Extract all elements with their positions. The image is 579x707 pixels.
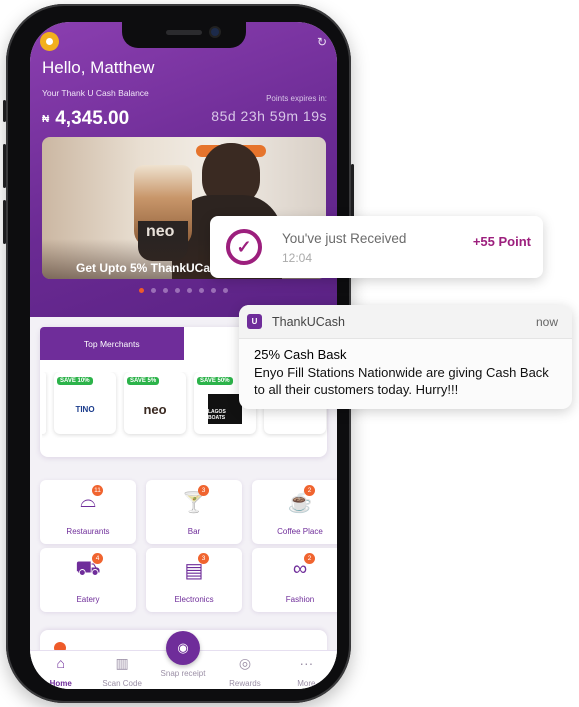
barcode-icon: ▥ bbox=[115, 655, 129, 671]
points-amount: +55 Point bbox=[472, 234, 531, 249]
category-tile[interactable]: ∞ 2 Fashion bbox=[252, 548, 337, 612]
volume-down-button bbox=[3, 200, 6, 244]
category-tile[interactable]: 🍸 3 Bar bbox=[146, 480, 242, 544]
snap-receipt-label: Snap receipt bbox=[160, 669, 206, 678]
notification-headline: 25% Cash Bask bbox=[254, 347, 347, 362]
merchant-logo: TINO bbox=[75, 404, 95, 414]
tab-more[interactable]: ··· More bbox=[276, 651, 337, 689]
balance-label: Your Thank U Cash Balance bbox=[42, 88, 149, 98]
carousel-dots[interactable] bbox=[30, 288, 337, 293]
rewards-icon: ◎ bbox=[238, 655, 252, 671]
carousel-dot[interactable] bbox=[211, 288, 216, 293]
category-label: Electronics bbox=[174, 595, 214, 604]
merchant-logo: LAGOS BOATS bbox=[208, 394, 242, 424]
carousel-dot[interactable] bbox=[139, 288, 144, 293]
points-received-notification[interactable]: ✓ You've just Received 12:04 +55 Point bbox=[210, 216, 543, 278]
currency-symbol: ₦ bbox=[42, 114, 50, 125]
category-label: Bar bbox=[187, 527, 201, 536]
tab-top-merchants[interactable]: Top Merchants bbox=[40, 327, 184, 360]
snap-receipt-button[interactable]: ◉ bbox=[166, 631, 200, 665]
notification-title: You've just Received bbox=[282, 231, 407, 246]
carousel-dot[interactable] bbox=[223, 288, 228, 293]
carousel-dot[interactable] bbox=[175, 288, 180, 293]
tab-home[interactable]: ⌂ Home bbox=[30, 651, 91, 689]
eatery-icon: ⛟ bbox=[75, 558, 101, 580]
camera-icon: ◉ bbox=[177, 640, 189, 655]
category-tile[interactable]: ⌓ 11 Restaurants bbox=[40, 480, 136, 544]
restaurant-icon: ⌓ bbox=[80, 490, 96, 512]
refresh-icon[interactable]: ↻ bbox=[317, 35, 327, 49]
mute-switch bbox=[3, 100, 6, 122]
carousel-dot[interactable] bbox=[187, 288, 192, 293]
push-notification[interactable]: U ThankUCash now 25% Cash Bask Enyo Fill… bbox=[239, 305, 572, 409]
fashion-icon: ∞ bbox=[292, 558, 308, 580]
carousel-dot[interactable] bbox=[163, 288, 168, 293]
category-count-badge: 2 bbox=[304, 485, 315, 496]
tab-rewards[interactable]: ◎ Rewards bbox=[214, 651, 275, 689]
carousel-dot[interactable] bbox=[199, 288, 204, 293]
merchant-card[interactable]: SAVE 10% TINO bbox=[54, 372, 116, 434]
balance-value: 4,345.00 bbox=[55, 108, 130, 129]
category-label: Fashion bbox=[285, 595, 315, 604]
balance: ₦ 4,345.00 bbox=[42, 108, 129, 130]
points-expiry-label: Points expires in: bbox=[266, 94, 327, 103]
app-icon: U bbox=[247, 314, 262, 329]
category-count-badge: 11 bbox=[92, 485, 103, 496]
banner-caption: Get Upto 5% ThankUCas bbox=[76, 261, 217, 275]
save-badge: SAVE 50% bbox=[197, 377, 233, 385]
notch bbox=[122, 22, 246, 48]
carousel-dot[interactable] bbox=[151, 288, 156, 293]
merchant-logo: neo bbox=[143, 401, 167, 417]
category-count-badge: 3 bbox=[198, 553, 209, 564]
tab-scan-code[interactable]: ▥ Scan Code bbox=[91, 651, 152, 689]
notification-app-name: ThankUCash bbox=[272, 315, 345, 329]
merchant-card[interactable]: SAVE 5% neo bbox=[124, 372, 186, 434]
category-count-badge: 4 bbox=[92, 553, 103, 564]
notification-timestamp: now bbox=[535, 315, 558, 329]
tab-home-label: Home bbox=[49, 679, 72, 688]
tab-scan-label: Scan Code bbox=[102, 679, 142, 688]
more-icon: ··· bbox=[299, 655, 314, 671]
front-camera bbox=[211, 28, 219, 36]
save-badge: SAVE 5% bbox=[127, 377, 160, 385]
tab-rewards-label: Rewards bbox=[229, 679, 261, 688]
home-icon: ⌂ bbox=[56, 655, 65, 671]
save-badge: SAVE 10% bbox=[57, 377, 93, 385]
coffee-icon: ☕ bbox=[287, 492, 313, 514]
merchant-card[interactable] bbox=[42, 372, 46, 434]
category-label: Restaurants bbox=[66, 527, 110, 536]
check-icon: ✓ bbox=[226, 229, 262, 265]
category-count-badge: 3 bbox=[198, 485, 209, 496]
notification-body: Enyo Fill Stations Nationwide are giving… bbox=[254, 365, 549, 397]
avatar[interactable] bbox=[40, 32, 59, 51]
category-tile[interactable]: ▤ 3 Electronics bbox=[146, 548, 242, 612]
greeting: Hello, Matthew bbox=[42, 58, 155, 77]
electronics-icon: ▤ bbox=[184, 560, 204, 582]
stage: ↻ Hello, Matthew Your Thank U Cash Balan… bbox=[0, 0, 579, 707]
notification-time: 12:04 bbox=[282, 251, 313, 265]
volume-up-button bbox=[3, 144, 6, 188]
category-tile[interactable]: ⛟ 4 Eatery bbox=[40, 548, 136, 612]
category-label: Eatery bbox=[76, 595, 100, 604]
tab-more-label: More bbox=[297, 679, 316, 688]
points-expiry-countdown: 85d 23h 59m 19s bbox=[211, 108, 327, 124]
category-label: Coffee Place bbox=[277, 527, 323, 536]
category-count-badge: 2 bbox=[304, 553, 315, 564]
speaker bbox=[166, 30, 202, 35]
bar-icon: 🍸 bbox=[181, 492, 207, 514]
category-tile[interactable]: ☕ 2 Coffee Place bbox=[252, 480, 337, 544]
notification-header: U ThankUCash now bbox=[239, 305, 572, 339]
